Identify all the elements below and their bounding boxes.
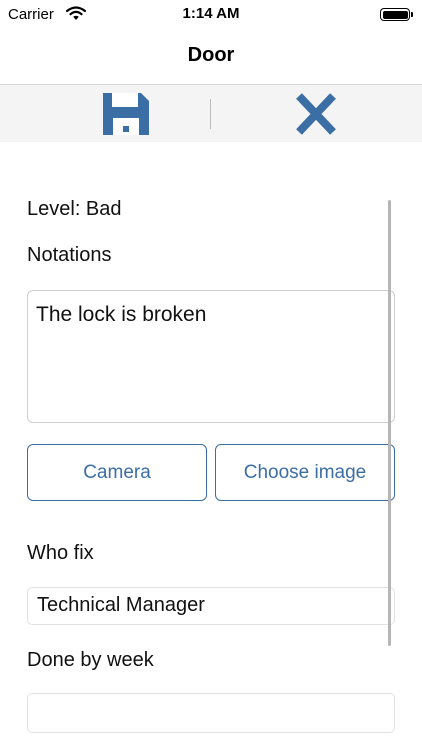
- done-by-week-field[interactable]: [27, 693, 395, 733]
- level-label: Level: Bad: [27, 198, 122, 220]
- save-button[interactable]: [101, 91, 151, 137]
- choose-image-button[interactable]: Choose image: [215, 444, 395, 501]
- floppy-disk-icon: [103, 93, 149, 135]
- battery-tip: [411, 12, 413, 17]
- battery-icon: [380, 8, 410, 21]
- form-content: Level: Bad Notations The lock is broken …: [0, 142, 422, 750]
- who-fix-field[interactable]: Technical Manager: [27, 587, 395, 625]
- status-time: 1:14 AM: [182, 5, 240, 22]
- who-fix-label: Who fix: [27, 542, 94, 564]
- close-button[interactable]: [291, 91, 341, 137]
- vertical-scrollbar[interactable]: [388, 200, 391, 646]
- close-x-icon: [296, 93, 336, 135]
- notations-label: Notations: [27, 244, 112, 266]
- toolbar: [0, 85, 422, 142]
- page-title: Door: [187, 44, 235, 66]
- navigation-bar: Door: [0, 30, 422, 85]
- status-bar: Carrier 1:14 AM: [0, 0, 422, 30]
- notations-textarea[interactable]: The lock is broken: [27, 290, 395, 423]
- done-by-week-label: Done by week: [27, 649, 154, 671]
- camera-button[interactable]: Camera: [27, 444, 207, 501]
- toolbar-divider: [210, 99, 211, 129]
